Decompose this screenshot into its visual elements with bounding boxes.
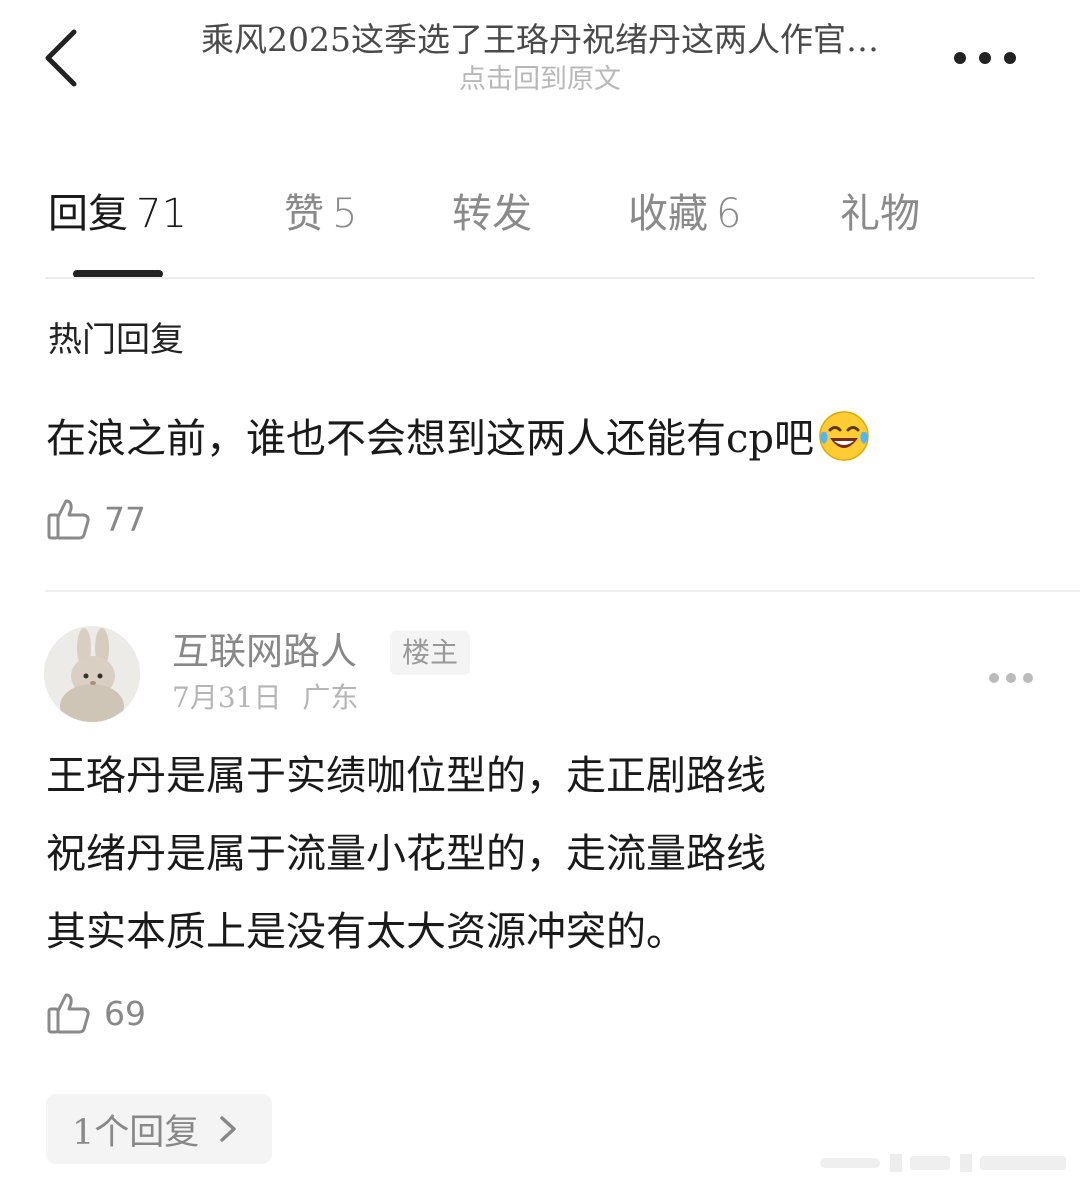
- more-options-icon[interactable]: [950, 46, 1020, 70]
- comment-location: 广东: [302, 681, 359, 714]
- thumbs-up-icon: [47, 499, 90, 540]
- tab-label: 收藏: [628, 191, 708, 237]
- hot-reply-text: 在浪之前，谁也不会想到这两人还能有cp吧: [46, 410, 870, 468]
- tab-label: 礼物: [840, 191, 920, 237]
- username[interactable]: 互联网路人: [172, 626, 357, 678]
- tab-label: 回复: [48, 191, 128, 237]
- tabs-divider: [45, 277, 1035, 279]
- watermark: [820, 1150, 1070, 1176]
- laughing-tears-emoji-icon: [818, 410, 870, 462]
- reply-page: 乘风2025这季选了王珞丹祝绪丹这两人作官… 点击回到原文 回复 71 赞5 转发…: [0, 0, 1080, 1184]
- avatar[interactable]: [44, 626, 140, 722]
- hot-reply-content: 在浪之前，谁也不会想到这两人还能有cp吧: [46, 416, 815, 462]
- tab-label: 转发: [452, 191, 532, 237]
- tab-replies[interactable]: 回复 71: [48, 184, 187, 244]
- tab-count: 71: [136, 191, 187, 237]
- hot-reply-like-button[interactable]: 77: [46, 496, 146, 542]
- comment-line: 王珞丹是属于实绩咖位型的，走正剧路线: [46, 753, 766, 799]
- back-to-original-link[interactable]: 点击回到原文: [130, 62, 950, 98]
- tab-likes[interactable]: 赞5: [284, 184, 357, 244]
- divider: [45, 590, 1080, 592]
- op-badge: 楼主: [390, 631, 471, 675]
- tab-count: 6: [716, 191, 742, 237]
- chevron-right-icon: [220, 1116, 237, 1142]
- view-replies-button[interactable]: 1个回复: [46, 1094, 272, 1164]
- comment-like-button[interactable]: 69: [46, 990, 146, 1036]
- section-title: 热门回复: [48, 320, 184, 360]
- header-title: 乘风2025这季选了王珞丹祝绪丹这两人作官…: [201, 20, 879, 59]
- comment-date: 7月31日: [172, 681, 282, 714]
- comment-line: 其实本质上是没有太大资源冲突的。: [46, 909, 686, 955]
- tab-count: 5: [332, 191, 358, 237]
- comment-line: 祝绪丹是属于流量小花型的，走流量路线: [46, 831, 766, 877]
- comment-meta: 7月31日 广东: [172, 680, 358, 716]
- tab-gifts[interactable]: 礼物: [840, 184, 920, 244]
- back-icon[interactable]: [40, 26, 84, 90]
- replies-label: 1个回复: [72, 1112, 200, 1153]
- like-count: 77: [104, 499, 146, 539]
- tab-label: 赞: [284, 191, 324, 237]
- tab-favorites[interactable]: 收藏 6: [628, 184, 741, 244]
- like-count: 69: [104, 993, 146, 1033]
- tab-reposts[interactable]: 转发: [452, 184, 532, 244]
- thumbs-up-icon: [47, 993, 90, 1034]
- comment-more-icon[interactable]: [988, 670, 1034, 684]
